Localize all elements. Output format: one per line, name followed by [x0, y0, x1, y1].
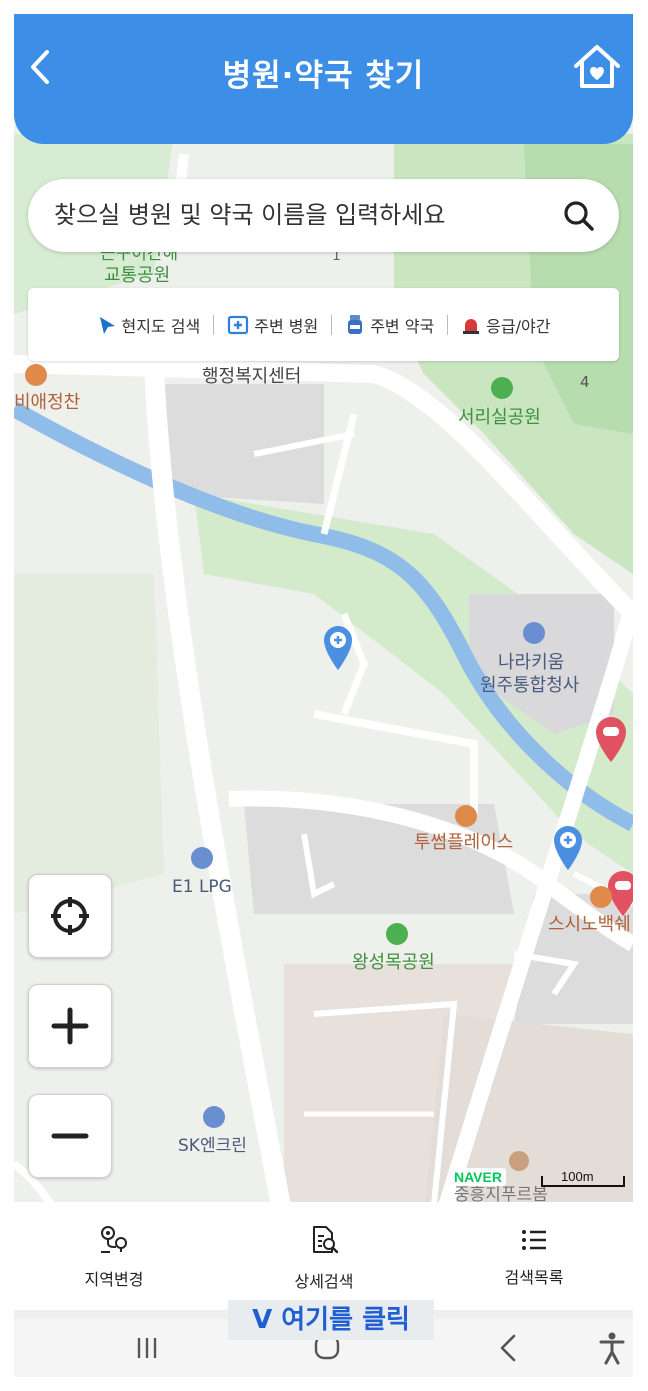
government-icon	[523, 622, 545, 644]
park-icon	[386, 923, 408, 945]
filter-label: 주변 병원	[254, 316, 319, 336]
search-icon[interactable]	[563, 200, 595, 232]
gas-station-icon	[203, 1106, 225, 1128]
crosshair-icon	[51, 897, 89, 935]
minus-icon	[51, 1133, 89, 1139]
list-icon	[522, 1230, 546, 1250]
nav-label: 검색목록	[504, 1268, 564, 1287]
map-label: 스시노백쉐	[548, 914, 631, 935]
naver-logo: NAVER	[450, 1168, 506, 1186]
filter-nearby-hospital[interactable]: 주변 병원	[227, 313, 318, 337]
divider	[331, 314, 333, 335]
nav-region-change[interactable]: 지역변경	[14, 1202, 214, 1310]
map-label: 4	[580, 373, 590, 391]
click-hint-label: V 여기를 클릭	[228, 1300, 434, 1340]
map-label: 왕성목공원	[352, 952, 435, 973]
map-label: 원주통합청사	[480, 675, 580, 696]
siren-icon	[463, 318, 480, 334]
filter-label: 주변 약국	[370, 316, 435, 336]
zoom-out-button[interactable]	[28, 1094, 112, 1178]
building-icon	[509, 1151, 529, 1171]
app-frame: 근구이간해 교통공원 1 비애정찬 행정복지센터 4 서리실공원 나라키움 원주…	[14, 14, 633, 1377]
divider	[213, 314, 215, 335]
search-bar[interactable]: 찾으실 병원 및 약국 이름을 입력하세요	[28, 179, 619, 252]
gas-station-icon	[191, 847, 213, 869]
document-search-icon	[313, 1226, 339, 1254]
map-label: 투썸플레이스	[414, 832, 513, 853]
page-title: 병원·약국 찾기	[222, 58, 425, 94]
scale-label: 100m	[561, 1169, 594, 1184]
zoom-in-button[interactable]	[28, 984, 112, 1068]
bottom-nav: 지역변경 상세검색 검색목록	[14, 1202, 633, 1310]
navigation-arrow-icon	[99, 316, 115, 334]
restaurant-icon	[25, 364, 47, 386]
nav-label: 상세검색	[294, 1272, 354, 1291]
map-label: 비애정찬	[14, 392, 80, 413]
recent-apps-icon[interactable]	[134, 1335, 160, 1361]
filter-emergency-night[interactable]: 응급/야간	[461, 313, 550, 337]
filter-bar: 현지도 검색 주변 병원 주변 약국 응급/야간	[28, 288, 619, 361]
app-header: 병원·약국 찾기	[14, 14, 633, 144]
nav-search-list[interactable]: 검색목록	[434, 1202, 633, 1310]
map-label: SK엔크린	[178, 1136, 247, 1156]
search-input[interactable]: 찾으실 병원 및 약국 이름을 입력하세요	[54, 179, 445, 252]
map-label: E1 LPG	[172, 877, 232, 897]
home-heart-icon[interactable]	[571, 42, 623, 92]
back-nav-icon[interactable]	[498, 1333, 518, 1363]
map-label: 서리실공원	[458, 407, 541, 428]
map-label: 나라키움	[498, 652, 564, 673]
restaurant-icon	[590, 886, 612, 908]
hospital-icon	[228, 315, 249, 334]
map-label: 교통공원	[104, 265, 170, 286]
cafe-icon	[455, 805, 477, 827]
filter-label: 응급/야간	[486, 316, 551, 336]
pharmacy-icon	[348, 314, 363, 334]
locate-button[interactable]	[28, 874, 112, 958]
filter-current-map[interactable]: 현지도 검색	[97, 313, 201, 337]
map-label: 행정복지센터	[202, 366, 301, 387]
filter-nearby-pharmacy[interactable]: 주변 약국	[345, 313, 434, 337]
divider	[447, 314, 449, 335]
accessibility-icon[interactable]	[598, 1331, 626, 1365]
nav-label: 지역변경	[84, 1270, 144, 1289]
nav-detail-search[interactable]: 상세검색	[224, 1202, 424, 1310]
map-pins-icon	[101, 1226, 127, 1253]
park-icon	[491, 377, 513, 399]
plus-icon	[51, 1007, 89, 1045]
filter-label: 현지도 검색	[121, 316, 201, 336]
